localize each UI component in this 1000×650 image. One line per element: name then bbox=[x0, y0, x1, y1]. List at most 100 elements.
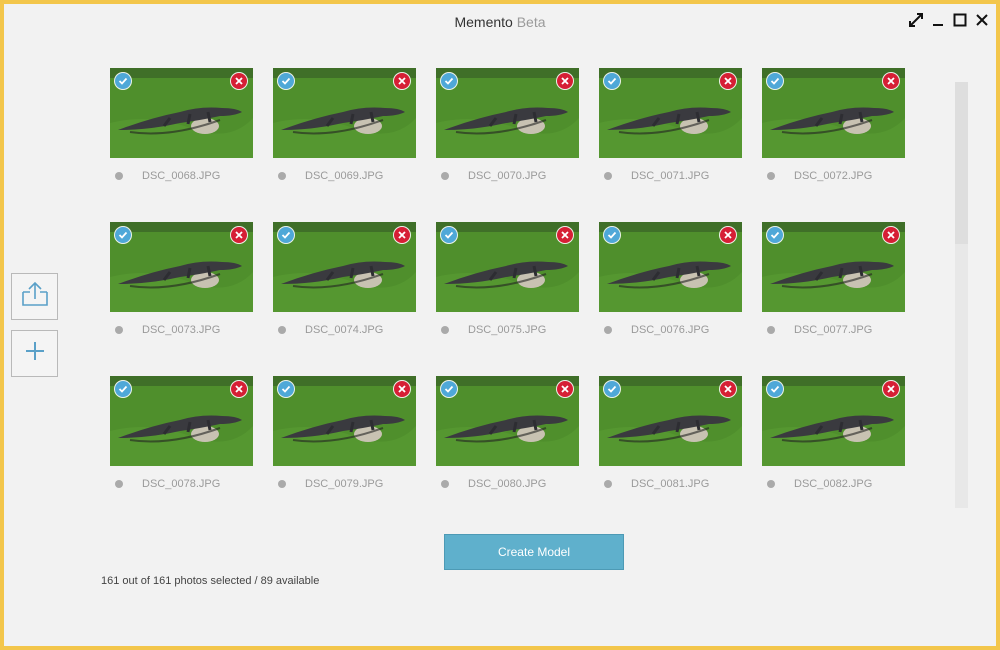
left-toolbar bbox=[11, 273, 58, 387]
selected-check-icon[interactable] bbox=[115, 73, 131, 89]
photo-filename: DSC_0075.JPG bbox=[468, 324, 547, 336]
photo-tile[interactable]: DSC_0074.JPG bbox=[273, 222, 416, 376]
remove-photo-icon[interactable] bbox=[557, 227, 573, 243]
photo-thumbnail[interactable] bbox=[599, 68, 742, 158]
photo-thumbnail[interactable] bbox=[273, 376, 416, 466]
add-icon bbox=[24, 340, 46, 367]
remove-photo-icon[interactable] bbox=[394, 73, 410, 89]
photo-filename: DSC_0078.JPG bbox=[142, 478, 221, 490]
photo-thumbnail[interactable] bbox=[762, 376, 905, 466]
photo-thumbnail[interactable] bbox=[762, 222, 905, 312]
remove-photo-icon[interactable] bbox=[720, 227, 736, 243]
photo-tile[interactable]: DSC_0082.JPG bbox=[762, 376, 905, 530]
photo-thumbnail[interactable] bbox=[436, 376, 579, 466]
selected-check-icon[interactable] bbox=[278, 227, 294, 243]
selected-check-icon[interactable] bbox=[441, 227, 457, 243]
window-title: Memento Beta bbox=[4, 14, 996, 30]
photo-tile[interactable]: DSC_0073.JPG bbox=[110, 222, 253, 376]
photo-tile[interactable]: DSC_0068.JPG bbox=[110, 68, 253, 222]
app-version-label: Beta bbox=[516, 14, 546, 30]
remove-photo-icon[interactable] bbox=[720, 381, 736, 397]
remove-photo-icon[interactable] bbox=[557, 73, 573, 89]
status-dot-icon bbox=[604, 480, 612, 488]
photo-tile[interactable]: DSC_0081.JPG bbox=[599, 376, 742, 530]
photo-tile[interactable]: DSC_0072.JPG bbox=[762, 68, 905, 222]
upload-button[interactable] bbox=[11, 273, 58, 320]
selected-check-icon[interactable] bbox=[115, 381, 131, 397]
photo-filename: DSC_0076.JPG bbox=[631, 324, 710, 336]
selected-check-icon[interactable] bbox=[767, 73, 783, 89]
photo-thumbnail[interactable] bbox=[599, 376, 742, 466]
photo-caption: DSC_0073.JPG bbox=[110, 322, 253, 338]
photo-caption: DSC_0072.JPG bbox=[762, 168, 905, 184]
photo-grid: DSC_0068.JPG DSC_0069.JPG DSC_0070.JPG D… bbox=[110, 68, 905, 530]
status-dot-icon bbox=[115, 480, 123, 488]
photo-caption: DSC_0068.JPG bbox=[110, 168, 253, 184]
photo-tile[interactable]: DSC_0075.JPG bbox=[436, 222, 579, 376]
photo-filename: DSC_0071.JPG bbox=[631, 170, 710, 182]
add-button[interactable] bbox=[11, 330, 58, 377]
minimize-icon[interactable] bbox=[930, 12, 946, 28]
selected-check-icon[interactable] bbox=[767, 227, 783, 243]
selected-check-icon[interactable] bbox=[441, 381, 457, 397]
photo-filename: DSC_0077.JPG bbox=[794, 324, 873, 336]
selected-check-icon[interactable] bbox=[767, 381, 783, 397]
photo-thumbnail[interactable] bbox=[110, 222, 253, 312]
selected-check-icon[interactable] bbox=[278, 73, 294, 89]
photo-caption: DSC_0070.JPG bbox=[436, 168, 579, 184]
remove-photo-icon[interactable] bbox=[394, 381, 410, 397]
remove-photo-icon[interactable] bbox=[883, 227, 899, 243]
app-name: Memento bbox=[454, 14, 513, 30]
photo-thumbnail[interactable] bbox=[273, 222, 416, 312]
photo-thumbnail[interactable] bbox=[110, 376, 253, 466]
photo-filename: DSC_0068.JPG bbox=[142, 170, 221, 182]
photo-thumbnail[interactable] bbox=[436, 68, 579, 158]
remove-photo-icon[interactable] bbox=[394, 227, 410, 243]
photo-thumbnail[interactable] bbox=[110, 68, 253, 158]
photo-thumbnail[interactable] bbox=[273, 68, 416, 158]
selected-check-icon[interactable] bbox=[115, 227, 131, 243]
selected-check-icon[interactable] bbox=[604, 73, 620, 89]
status-dot-icon bbox=[767, 326, 775, 334]
photo-caption: DSC_0080.JPG bbox=[436, 476, 579, 492]
photo-tile[interactable]: DSC_0071.JPG bbox=[599, 68, 742, 222]
photo-tile[interactable]: DSC_0070.JPG bbox=[436, 68, 579, 222]
status-dot-icon bbox=[115, 326, 123, 334]
photo-filename: DSC_0069.JPG bbox=[305, 170, 384, 182]
remove-photo-icon[interactable] bbox=[557, 381, 573, 397]
upload-icon bbox=[20, 280, 50, 313]
remove-photo-icon[interactable] bbox=[883, 73, 899, 89]
remove-photo-icon[interactable] bbox=[231, 381, 247, 397]
selected-check-icon[interactable] bbox=[441, 73, 457, 89]
status-dot-icon bbox=[278, 172, 286, 180]
status-dot-icon bbox=[441, 172, 449, 180]
photo-thumbnail[interactable] bbox=[436, 222, 579, 312]
maximize-icon[interactable] bbox=[952, 12, 968, 28]
vertical-scrollbar[interactable] bbox=[955, 82, 968, 508]
photo-caption: DSC_0082.JPG bbox=[762, 476, 905, 492]
create-model-button[interactable]: Create Model bbox=[444, 534, 624, 570]
photo-caption: DSC_0077.JPG bbox=[762, 322, 905, 338]
remove-photo-icon[interactable] bbox=[231, 73, 247, 89]
photo-tile[interactable]: DSC_0078.JPG bbox=[110, 376, 253, 530]
expand-icon[interactable] bbox=[908, 12, 924, 28]
remove-photo-icon[interactable] bbox=[883, 381, 899, 397]
photo-caption: DSC_0069.JPG bbox=[273, 168, 416, 184]
selected-check-icon[interactable] bbox=[604, 227, 620, 243]
photo-thumbnail[interactable] bbox=[599, 222, 742, 312]
remove-photo-icon[interactable] bbox=[720, 73, 736, 89]
photo-thumbnail[interactable] bbox=[762, 68, 905, 158]
photo-tile[interactable]: DSC_0077.JPG bbox=[762, 222, 905, 376]
photo-tile[interactable]: DSC_0076.JPG bbox=[599, 222, 742, 376]
photo-tile[interactable]: DSC_0080.JPG bbox=[436, 376, 579, 530]
photo-tile[interactable]: DSC_0079.JPG bbox=[273, 376, 416, 530]
selected-check-icon[interactable] bbox=[278, 381, 294, 397]
photo-filename: DSC_0074.JPG bbox=[305, 324, 384, 336]
photo-tile[interactable]: DSC_0069.JPG bbox=[273, 68, 416, 222]
selection-status: 161 out of 161 photos selected / 89 avai… bbox=[101, 575, 320, 587]
scrollbar-thumb[interactable] bbox=[955, 82, 968, 244]
remove-photo-icon[interactable] bbox=[231, 227, 247, 243]
close-icon[interactable] bbox=[974, 12, 990, 28]
app-window: Memento Beta DSC_0068.JPG DSC_0069.JPG D… bbox=[0, 0, 1000, 650]
selected-check-icon[interactable] bbox=[604, 381, 620, 397]
